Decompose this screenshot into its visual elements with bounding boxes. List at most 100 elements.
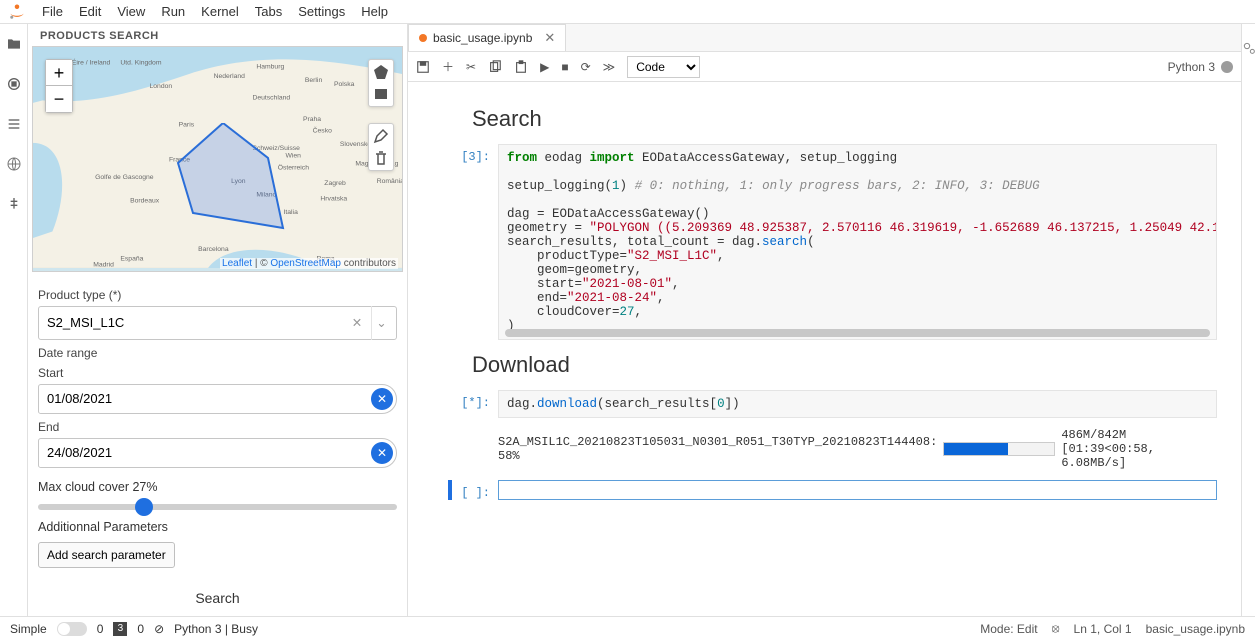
- map-draw-tools: [368, 59, 394, 171]
- kernel-indicator[interactable]: Python 3: [1168, 60, 1233, 74]
- zoom-in-button[interactable]: +: [46, 60, 72, 86]
- product-type-label: Product type (*): [38, 288, 397, 302]
- status-ln: Ln 1, Col 1: [1074, 622, 1132, 636]
- folder-icon[interactable]: [6, 36, 22, 52]
- osm-link[interactable]: OpenStreetMap: [270, 258, 341, 269]
- tab-notebook[interactable]: basic_usage.ipynb ✕: [408, 24, 566, 51]
- date-range-label: Date range: [38, 346, 397, 360]
- save-icon[interactable]: [416, 60, 430, 74]
- simple-toggle[interactable]: [57, 622, 87, 636]
- menu-file[interactable]: File: [34, 2, 71, 21]
- no-entry-icon[interactable]: ⊘: [154, 622, 164, 636]
- search-polygon[interactable]: [173, 123, 293, 233]
- cell2-code[interactable]: dag.download(search_results[0]): [498, 390, 1217, 418]
- add-parameter-button[interactable]: Add search parameter: [38, 542, 175, 568]
- code-cell-2[interactable]: [*]: dag.download(search_results[0]): [448, 390, 1217, 418]
- start-label: Start: [38, 366, 397, 380]
- notebook-trust-icon[interactable]: ⦻: [1052, 621, 1060, 636]
- svg-text:Barcelona: Barcelona: [198, 246, 229, 253]
- clear-start-icon[interactable]: ✕: [371, 388, 393, 410]
- cell3-code[interactable]: [498, 480, 1217, 500]
- cell1-prompt: [3]:: [448, 144, 498, 164]
- draw-rectangle-icon[interactable]: [373, 86, 389, 102]
- menubar: File Edit View Run Kernel Tabs Settings …: [0, 0, 1255, 24]
- svg-text:Golfe de Gascogne: Golfe de Gascogne: [95, 174, 154, 181]
- notebook-dot-icon: [419, 34, 427, 42]
- notebook-body[interactable]: Search [3]: from eodag import EODataAcce…: [408, 82, 1241, 616]
- running-icon[interactable]: [6, 76, 22, 92]
- cloud-label: Max cloud cover 27%: [38, 480, 158, 494]
- paste-icon[interactable]: [514, 60, 528, 74]
- map[interactable]: Éire / Ireland Utd. Kingdom London Neder…: [32, 46, 403, 272]
- stop-icon[interactable]: ■: [561, 60, 568, 74]
- leaflet-link[interactable]: Leaflet: [222, 258, 252, 269]
- start-date-input[interactable]: [38, 384, 397, 414]
- menu-help[interactable]: Help: [353, 2, 396, 21]
- add-cell-icon[interactable]: ＋: [442, 58, 454, 75]
- code-cell-1[interactable]: [3]: from eodag import EODataAccessGatew…: [448, 144, 1217, 340]
- clear-icon[interactable]: ✕: [347, 306, 367, 340]
- svg-text:Praha: Praha: [303, 116, 321, 123]
- notebook-area: basic_usage.ipynb ✕ ＋ ✂ ▶ ■ ⟳ ≫ Code Pyt…: [408, 24, 1241, 616]
- map-attribution: Leaflet | © OpenStreetMap contributors: [220, 258, 398, 269]
- search-button[interactable]: Search: [195, 590, 239, 606]
- svg-text:Hamburg: Hamburg: [256, 63, 284, 70]
- svg-text:Bordeaux: Bordeaux: [130, 197, 160, 204]
- svg-text:Slovensko: Slovensko: [340, 141, 372, 148]
- heading-download: Download: [472, 352, 1217, 378]
- svg-text:Deutschland: Deutschland: [252, 94, 290, 101]
- products-search-panel: PRODUCTS SEARCH Éire / Ireland Utd. King…: [28, 24, 408, 616]
- tab-label: basic_usage.ipynb: [433, 31, 532, 45]
- copy-icon[interactable]: [488, 60, 502, 74]
- clear-end-icon[interactable]: ✕: [371, 442, 393, 464]
- selected-indicator: [448, 480, 452, 500]
- menu-run[interactable]: Run: [153, 2, 193, 21]
- cloud-slider[interactable]: [38, 504, 397, 510]
- zoom-out-button[interactable]: −: [46, 86, 72, 112]
- svg-text:Madrid: Madrid: [93, 261, 114, 268]
- kernels-running-badge[interactable]: 3: [113, 622, 127, 636]
- status-mode: Mode: Edit: [980, 622, 1037, 636]
- product-type-select[interactable]: [38, 306, 397, 340]
- draw-polygon-icon[interactable]: [373, 64, 389, 80]
- cell-type-select[interactable]: Code: [627, 56, 700, 78]
- delete-shape-icon[interactable]: [373, 150, 389, 166]
- code-cell-3[interactable]: [ ]:: [448, 480, 1217, 500]
- output-cell: S2A_MSIL1C_20210823T105031_N0301_R051_T3…: [448, 428, 1217, 470]
- chevron-down-icon[interactable]: ⌄: [371, 306, 391, 340]
- shutdown-count[interactable]: 0: [137, 622, 144, 636]
- jupyter-logo-icon: [8, 3, 26, 21]
- edit-shape-icon[interactable]: [373, 128, 389, 144]
- cloud-slider-thumb[interactable]: [135, 498, 153, 516]
- heading-search: Search: [472, 106, 1217, 132]
- download-stats: 486M/842M [01:39<00:58, 6.08MB/s]: [1061, 428, 1217, 470]
- cell1-code[interactable]: from eodag import EODataAccessGateway, s…: [498, 144, 1217, 340]
- cell2-prompt: [*]:: [448, 390, 498, 410]
- panel-title: PRODUCTS SEARCH: [28, 24, 407, 46]
- extension-icon[interactable]: [6, 196, 22, 212]
- terminals-count[interactable]: 0: [97, 622, 104, 636]
- status-bar: Simple 0 3 0 ⊘ Python 3 | Busy Mode: Edi…: [0, 616, 1255, 640]
- restart-icon[interactable]: ⟳: [581, 60, 591, 74]
- kernel-status-icon: [1221, 61, 1233, 73]
- svg-text:London: London: [150, 83, 173, 90]
- svg-text:Hrvatska: Hrvatska: [320, 195, 347, 202]
- menu-edit[interactable]: Edit: [71, 2, 109, 21]
- cut-icon[interactable]: ✂: [466, 60, 476, 74]
- svg-text:Nederland: Nederland: [214, 73, 246, 80]
- tab-close-icon[interactable]: ✕: [544, 30, 555, 46]
- svg-text:Berlin: Berlin: [305, 77, 323, 84]
- gears-icon[interactable]: [1241, 40, 1255, 56]
- end-date-input[interactable]: [38, 438, 397, 468]
- toc-icon[interactable]: [6, 116, 22, 132]
- notebook-toolbar: ＋ ✂ ▶ ■ ⟳ ≫ Code Python 3: [408, 52, 1241, 82]
- menu-kernel[interactable]: Kernel: [193, 2, 247, 21]
- menu-settings[interactable]: Settings: [290, 2, 353, 21]
- menu-view[interactable]: View: [109, 2, 153, 21]
- run-all-icon[interactable]: ≫: [603, 60, 616, 74]
- svg-text:España: España: [120, 256, 143, 263]
- run-icon[interactable]: ▶: [540, 60, 549, 74]
- svg-text:Zagreb: Zagreb: [324, 180, 346, 187]
- globe-icon[interactable]: [6, 156, 22, 172]
- menu-tabs[interactable]: Tabs: [247, 2, 290, 21]
